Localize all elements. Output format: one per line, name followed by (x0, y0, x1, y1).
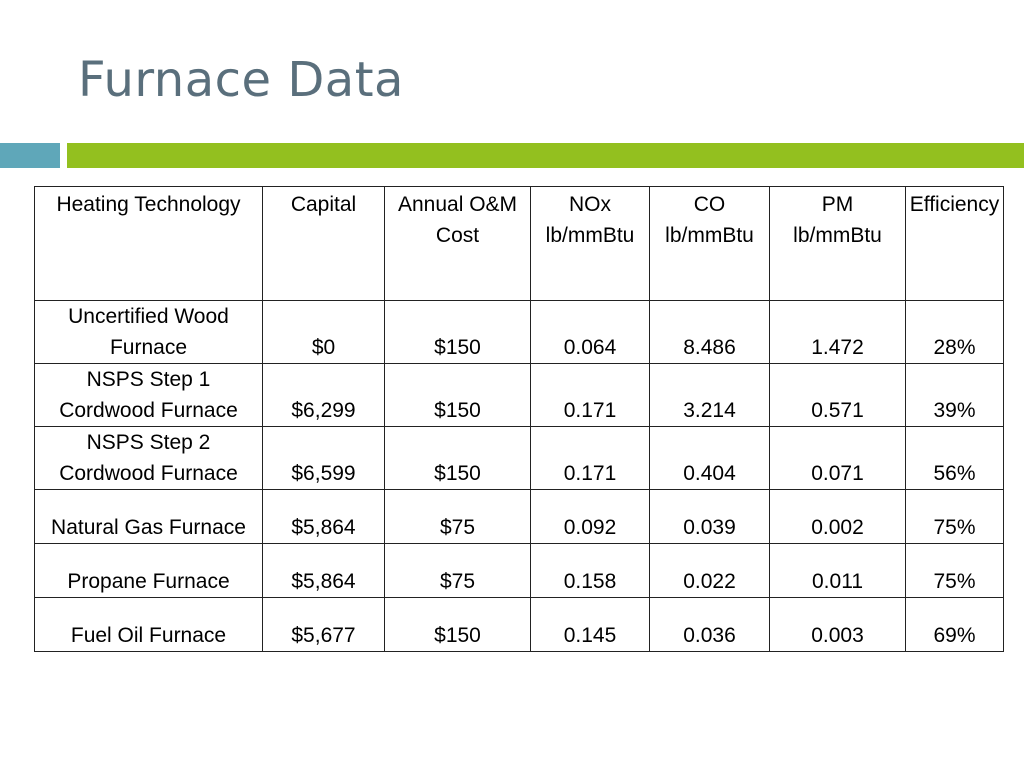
cell-nox: 0.145 (530, 597, 650, 652)
cell-pm: 0.071 (769, 426, 906, 490)
cell-pm: 0.002 (769, 489, 906, 544)
cell-pm: 0.571 (769, 363, 906, 427)
cell-capital: $5,677 (262, 597, 385, 652)
cell-om-cost: $150 (384, 363, 531, 427)
header-capital: Capital (262, 186, 385, 301)
header-co: CO lb/mmBtu (649, 186, 770, 301)
cell-capital: $5,864 (262, 489, 385, 544)
table-row: NSPS Step 1 Cordwood Furnace $6,299 $150… (34, 363, 1004, 427)
cell-technology: NSPS Step 2 Cordwood Furnace (34, 426, 263, 490)
header-heating-technology: Heating Technology (34, 186, 263, 301)
cell-capital: $6,599 (262, 426, 385, 490)
cell-nox: 0.171 (530, 426, 650, 490)
cell-efficiency: 69% (905, 597, 1004, 652)
cell-technology: NSPS Step 1 Cordwood Furnace (34, 363, 263, 427)
cell-technology: Fuel Oil Furnace (34, 597, 263, 652)
cell-efficiency: 39% (905, 363, 1004, 427)
table-row: NSPS Step 2 Cordwood Furnace $6,599 $150… (34, 426, 1004, 490)
cell-efficiency: 75% (905, 489, 1004, 544)
cell-co: 0.039 (649, 489, 770, 544)
slide-title: Furnace Data (78, 52, 404, 108)
cell-co: 3.214 (649, 363, 770, 427)
furnace-data-table: Heating Technology Capital Annual O&M Co… (34, 186, 1004, 652)
cell-efficiency: 28% (905, 300, 1004, 364)
table-row: Uncertified Wood Furnace $0 $150 0.064 8… (34, 300, 1004, 364)
cell-technology: Propane Furnace (34, 543, 263, 598)
accent-bar-teal (0, 143, 60, 168)
cell-om-cost: $150 (384, 300, 531, 364)
cell-co: 0.022 (649, 543, 770, 598)
table-row: Propane Furnace $5,864 $75 0.158 0.022 0… (34, 543, 1004, 598)
cell-nox: 0.158 (530, 543, 650, 598)
table-header-row: Heating Technology Capital Annual O&M Co… (34, 186, 1004, 301)
cell-efficiency: 56% (905, 426, 1004, 490)
cell-co: 0.404 (649, 426, 770, 490)
cell-nox: 0.171 (530, 363, 650, 427)
cell-capital: $5,864 (262, 543, 385, 598)
cell-pm: 1.472 (769, 300, 906, 364)
cell-pm: 0.011 (769, 543, 906, 598)
cell-co: 0.036 (649, 597, 770, 652)
header-nox: NOx lb/mmBtu (530, 186, 650, 301)
header-pm: PM lb/mmBtu (769, 186, 906, 301)
cell-om-cost: $150 (384, 597, 531, 652)
cell-om-cost: $75 (384, 489, 531, 544)
cell-om-cost: $150 (384, 426, 531, 490)
table-row: Natural Gas Furnace $5,864 $75 0.092 0.0… (34, 489, 1004, 544)
cell-capital: $6,299 (262, 363, 385, 427)
header-annual-om-cost: Annual O&M Cost (384, 186, 531, 301)
table-row: Fuel Oil Furnace $5,677 $150 0.145 0.036… (34, 597, 1004, 652)
header-efficiency: Efficiency (905, 186, 1004, 301)
accent-bar-green (67, 143, 1024, 168)
cell-co: 8.486 (649, 300, 770, 364)
cell-capital: $0 (262, 300, 385, 364)
cell-pm: 0.003 (769, 597, 906, 652)
cell-nox: 0.064 (530, 300, 650, 364)
cell-technology: Uncertified Wood Furnace (34, 300, 263, 364)
cell-efficiency: 75% (905, 543, 1004, 598)
cell-technology: Natural Gas Furnace (34, 489, 263, 544)
cell-om-cost: $75 (384, 543, 531, 598)
cell-nox: 0.092 (530, 489, 650, 544)
